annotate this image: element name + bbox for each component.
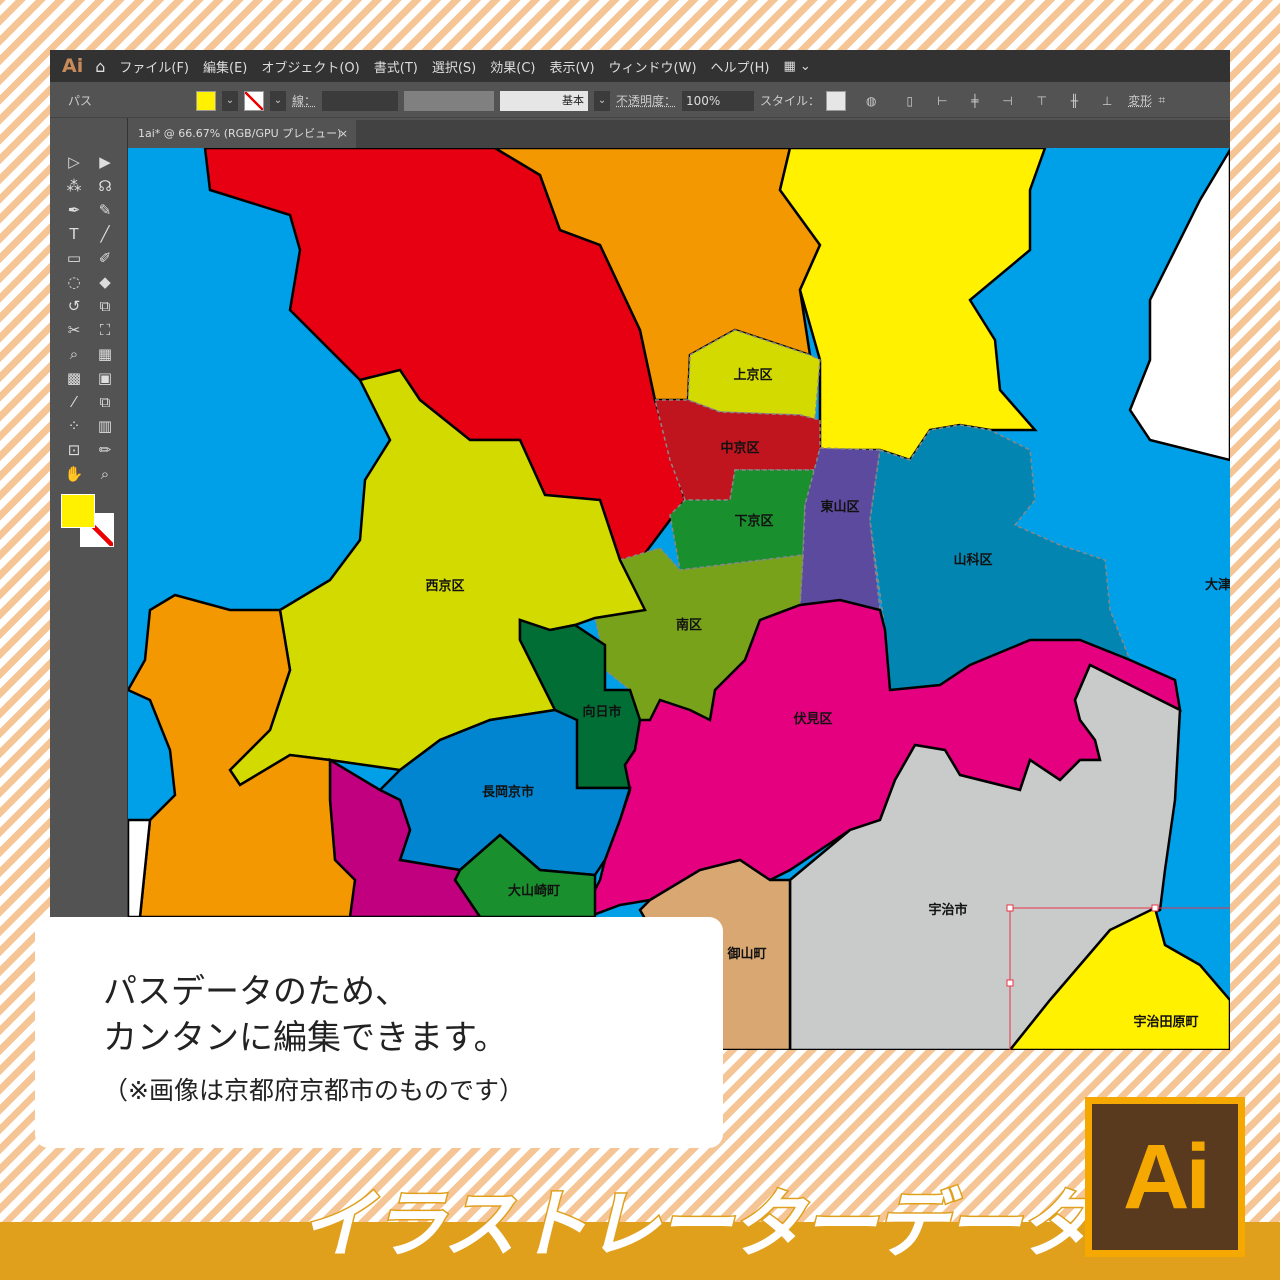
menu-file[interactable]: ファイル(F)	[119, 57, 189, 76]
tool-27[interactable]: ⌕	[94, 463, 116, 485]
menu-window[interactable]: ウィンドウ(W)	[609, 57, 697, 76]
tool-2[interactable]: ⁂	[63, 175, 85, 197]
recolor-icon[interactable]: ◍	[866, 94, 876, 108]
artboard-canvas[interactable]: 上京区中京区下京区東山区山科区西京区南区向日市伏見区長岡京市大山崎町島本町御山町…	[128, 148, 1230, 1050]
app-logo: Ai	[62, 55, 84, 77]
style-label: スタイル：	[760, 94, 821, 108]
illustrator-logo: Ai	[1085, 1097, 1245, 1257]
menu-view[interactable]: 表示(V)	[549, 57, 594, 76]
map-label: 大津	[1205, 577, 1230, 593]
fill-dropdown[interactable]: ⌄	[222, 90, 238, 111]
tool-26[interactable]: ✋	[63, 463, 85, 485]
opacity-input[interactable]: 100%	[682, 90, 755, 111]
opacity-label[interactable]: 不透明度：	[616, 92, 676, 109]
menu-bar: Ai ⌂ ファイル(F) 編集(E) オブジェクト(O) 書式(T) 選択(S)…	[50, 50, 1230, 82]
map-label: 伏見区	[793, 711, 832, 727]
map-label: 大山崎町	[508, 883, 560, 899]
tool-20[interactable]: ⁄	[63, 391, 85, 413]
selection-type: パス	[68, 94, 93, 108]
stroke-dropdown[interactable]: ⌄	[270, 90, 286, 111]
variable-width-profile[interactable]	[404, 90, 495, 111]
selection-handle[interactable]	[1006, 904, 1014, 912]
fill-swatch[interactable]	[196, 90, 216, 111]
map-label: 宇治市	[928, 902, 967, 918]
brush-dropdown[interactable]: 基本	[500, 90, 589, 111]
map-label: 中京区	[720, 440, 759, 456]
banner-title: イラストレーターデータ	[299, 1181, 1095, 1270]
map-label: 東山区	[820, 499, 859, 515]
map-label: 御山町	[726, 946, 766, 962]
document-tab[interactable]: 1ai* @ 66.67% (RGB/GPU プレビュー) ×	[128, 120, 356, 148]
kyoto-map: 上京区中京区下京区東山区山科区西京区南区向日市伏見区長岡京市大山崎町島本町御山町…	[128, 148, 1230, 1050]
tool-9[interactable]: ✐	[94, 247, 116, 269]
tool-22[interactable]: ⁘	[63, 415, 85, 437]
logo-text: Ai	[1092, 1104, 1238, 1250]
tool-3[interactable]: ☊	[94, 175, 116, 197]
menu-effect[interactable]: 効果(C)	[490, 57, 535, 76]
tool-17[interactable]: ▦	[94, 343, 116, 365]
map-label: 上京区	[733, 367, 772, 383]
selection-handle[interactable]	[1151, 904, 1159, 912]
stroke-label: 線：	[292, 94, 317, 108]
map-label: 山科区	[953, 552, 992, 568]
caption-card: パスデータのため、カンタンに編集できます。 （※画像は京都府京都市のものです）	[35, 917, 723, 1148]
tool-24[interactable]: ⊡	[63, 439, 85, 461]
tool-23[interactable]: ▥	[94, 415, 116, 437]
tool-14[interactable]: ✂	[63, 319, 85, 341]
brush-value: 基本	[562, 93, 585, 107]
map-label: 南区	[676, 617, 702, 633]
tool-11[interactable]: ◆	[94, 271, 116, 293]
map-label: 下京区	[734, 513, 773, 529]
menu-object[interactable]: オブジェクト(O)	[261, 57, 359, 76]
document-tab-title: 1ai* @ 66.67% (RGB/GPU プレビュー)	[138, 127, 342, 140]
tool-4[interactable]: ✒	[63, 199, 85, 221]
menu-edit[interactable]: 編集(E)	[203, 57, 247, 76]
tool-16[interactable]: ⌕	[63, 343, 85, 365]
menu-select[interactable]: 選択(S)	[432, 57, 476, 76]
transform-icon[interactable]: ⌗	[1158, 93, 1165, 108]
menu-help[interactable]: ヘルプ(H)	[711, 57, 770, 76]
tool-1[interactable]: ▶	[94, 151, 116, 173]
fill-color-swatch[interactable]	[61, 494, 95, 528]
tool-19[interactable]: ▣	[94, 367, 116, 389]
control-bar: パス ⌄ ⌄ 線： 基本 ⌄ 不透明度： 100% スタイル： ◍ ▯ ⊢ ╪ …	[50, 84, 1230, 118]
align-icons[interactable]: ▯ ⊢ ╪ ⊣ ⊤ ╫ ⊥	[907, 94, 1123, 108]
caption-note: （※画像は京都府京都市のものです）	[103, 1076, 524, 1105]
home-icon[interactable]: ⌂	[95, 57, 105, 76]
illustrator-window: Ai ⌂ ファイル(F) 編集(E) オブジェクト(O) 書式(T) 選択(S)…	[50, 50, 1230, 1050]
document-tab-bar: 1ai* @ 66.67% (RGB/GPU プレビュー) ×	[128, 120, 1230, 148]
brush-chevron[interactable]: ⌄	[594, 90, 611, 111]
tool-15[interactable]: ⛶	[94, 319, 116, 341]
tools-panel: ▷ ▶ ⁂ ☊ ✒ ✎ T ╱ ▭ ✐ ◌ ◆ ↺ ⧉ ✂ ⛶ ⌕ ▦ ▩ ▣ ⁄ ⧉ ⁘ ▥ ⊡ ✏ ✋ ⌕	[50, 118, 128, 1050]
tool-25[interactable]: ✏	[94, 439, 116, 461]
map-label: 宇治田原町	[1133, 1014, 1198, 1030]
workspace-switcher-icon[interactable]: ▦ ⌄	[783, 59, 810, 74]
tool-18[interactable]: ▩	[63, 367, 85, 389]
menu-type[interactable]: 書式(T)	[374, 57, 418, 76]
tool-8[interactable]: ▭	[63, 247, 85, 269]
map-label: 長岡京市	[482, 784, 534, 800]
map-label: 向日市	[582, 704, 621, 720]
tool-7[interactable]: ╱	[94, 223, 116, 245]
transform-label[interactable]: 変形	[1128, 92, 1152, 109]
style-swatch[interactable]	[826, 90, 847, 111]
stroke-weight-input[interactable]	[322, 90, 399, 111]
close-tab-icon[interactable]: ×	[339, 120, 348, 148]
tool-5[interactable]: ✎	[94, 199, 116, 221]
stroke-swatch[interactable]	[244, 90, 264, 111]
tool-0[interactable]: ▷	[63, 151, 85, 173]
tool-10[interactable]: ◌	[63, 271, 85, 293]
tool-13[interactable]: ⧉	[94, 295, 116, 317]
map-label: 西京区	[425, 578, 464, 594]
caption-line1: パスデータのため、	[103, 972, 409, 1012]
tool-6[interactable]: T	[63, 223, 85, 245]
selection-handle[interactable]	[1006, 979, 1014, 987]
tool-21[interactable]: ⧉	[94, 391, 116, 413]
tool-12[interactable]: ↺	[63, 295, 85, 317]
caption-line2: カンタンに編集できます。	[103, 1018, 508, 1058]
